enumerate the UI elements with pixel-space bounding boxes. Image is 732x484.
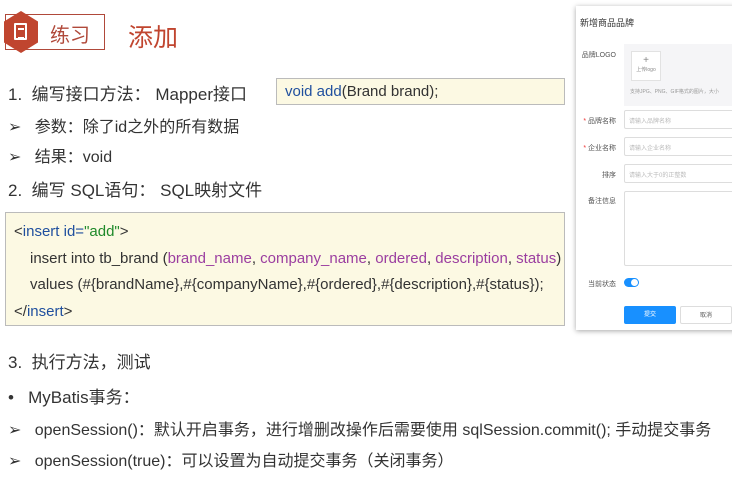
document-icon	[4, 11, 38, 53]
company-name-input[interactable]: 请输入企业名称	[624, 137, 732, 156]
list-item: • MyBatis事务：	[8, 383, 140, 408]
item-text: 结果：void	[34, 149, 113, 166]
marker: ➢	[8, 119, 22, 136]
code-token: ,	[251, 250, 261, 267]
list-item: ➢ openSession(true)：可以设置为自动提交事务（关闭事务）	[8, 447, 454, 471]
marker: 3.	[8, 353, 23, 372]
sql-code-box: <insert id="add"> insert into tb_brand (…	[5, 212, 565, 326]
code-line: values (#{brandName},#{companyName},#{or…	[30, 276, 544, 293]
code-token: insert id=	[22, 223, 85, 240]
marker: 1.	[8, 85, 23, 104]
code-token: insert	[26, 303, 64, 320]
item-text: openSession()：默认开启事务，进行增删改操作后需要使用 sqlSes…	[34, 422, 712, 439]
required-mark: *	[583, 145, 587, 152]
marker: ➢	[8, 422, 22, 439]
label-text: 品牌名称	[588, 118, 616, 125]
exercise-badge: 练习	[4, 11, 105, 53]
code-token: <	[14, 223, 23, 240]
marker: •	[8, 388, 14, 407]
item-text: 编写接口方法： Mapper接口	[31, 85, 248, 104]
status-label: 当前状态	[588, 281, 616, 288]
remark-textarea[interactable]	[624, 191, 732, 266]
item-text: MyBatis事务：	[28, 388, 140, 407]
code-token: description	[435, 250, 508, 267]
code-token: "add"	[84, 223, 120, 240]
list-item: ➢ openSession()：默认开启事务，进行增删改操作后需要使用 sqlS…	[8, 416, 711, 440]
list-item: 1. 编写接口方法： Mapper接口	[8, 80, 247, 105]
company-name-label: * 企业名称	[576, 143, 616, 153]
cancel-button[interactable]: 取消	[680, 306, 732, 324]
marker: ➢	[8, 149, 22, 166]
list-item: 3. 执行方法，测试	[8, 348, 151, 373]
code-token: insert into tb_brand (	[30, 250, 168, 267]
code-line: insert into tb_brand (brand_name, compan…	[30, 250, 561, 267]
logo-label: 品牌LOGO	[581, 52, 616, 59]
brand-name-input[interactable]: 请输入品牌名称	[624, 110, 732, 129]
label-text: 企业名称	[588, 145, 616, 152]
code-token: ,	[507, 250, 517, 267]
add-brand-form: 新增商品品牌 品牌LOGO + 上传logo 支持JPG、PNG、GIF格式的图片…	[576, 6, 732, 330]
list-item: 2. 编写 SQL语句： SQL映射文件	[8, 176, 262, 201]
upload-text: 上传logo	[636, 67, 656, 73]
item-text: 执行方法，测试	[31, 353, 151, 372]
code-token: ,	[366, 250, 376, 267]
code-token: company_name	[260, 250, 367, 267]
marker: ➢	[8, 453, 22, 470]
code-token: brand_name	[167, 250, 252, 267]
code-line: </insert>	[14, 303, 72, 320]
marker: 2.	[8, 181, 23, 200]
submit-button[interactable]: 提交	[624, 306, 676, 324]
code-keyword: void add	[285, 83, 342, 100]
list-item: ➢ 结果：void	[8, 143, 112, 167]
upload-hint: 支持JPG、PNG、GIF格式的图片，大小	[630, 89, 719, 95]
status-toggle[interactable]	[624, 278, 639, 287]
code-token: status	[516, 250, 557, 267]
item-text: openSession(true)：可以设置为自动提交事务（关闭事务）	[34, 453, 454, 470]
order-label: 排序	[602, 172, 616, 179]
page-title: 添加	[128, 24, 179, 52]
item-text: 参数：除了id之外的所有数据	[34, 119, 240, 136]
item-text: 编写 SQL语句： SQL映射文件	[31, 181, 263, 200]
badge-label: 练习	[50, 25, 90, 47]
remark-label: 备注信息	[588, 198, 616, 205]
method-code-box: void add(Brand brand);	[276, 78, 565, 105]
required-mark: *	[583, 118, 587, 125]
plus-icon: +	[643, 55, 649, 66]
order-input[interactable]: 请输入大于0的正整数	[624, 164, 732, 183]
code-text: (Brand brand);	[341, 83, 439, 100]
code-token: ordered	[375, 250, 427, 267]
brand-name-label: * 品牌名称	[576, 116, 616, 126]
form-title: 新增商品品牌	[580, 18, 635, 28]
code-token: )	[556, 250, 562, 267]
list-item: ➢ 参数：除了id之外的所有数据	[8, 113, 239, 137]
code-token: </	[14, 303, 27, 320]
code-token: >	[63, 303, 73, 320]
code-token: >	[119, 223, 129, 240]
code-line: <insert id="add">	[14, 223, 129, 240]
upload-logo-button[interactable]: + 上传logo	[631, 51, 661, 81]
logo-upload-area: + 上传logo 支持JPG、PNG、GIF格式的图片，大小	[624, 44, 732, 106]
